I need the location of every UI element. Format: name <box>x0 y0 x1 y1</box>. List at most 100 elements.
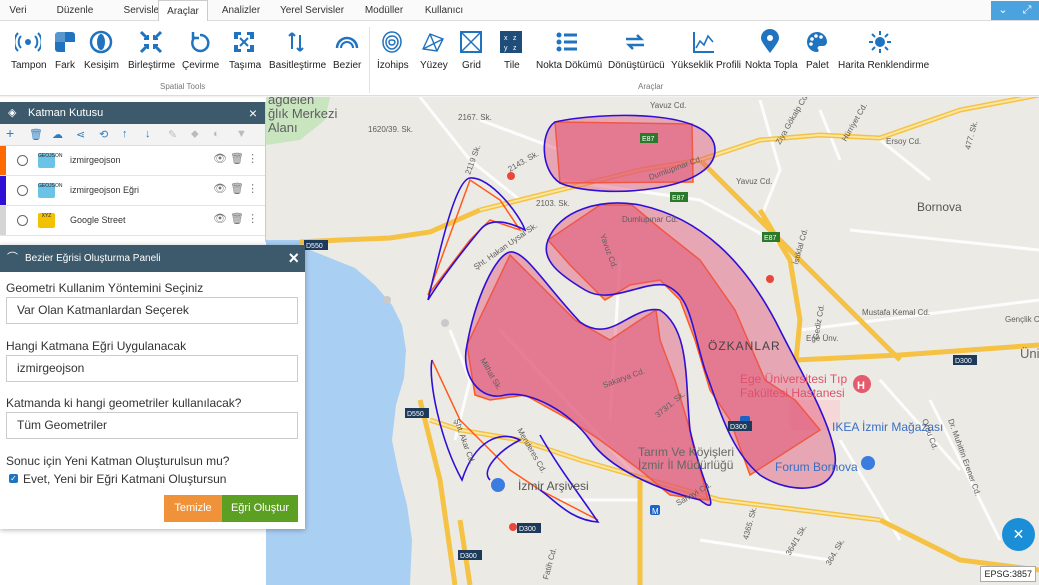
tab-analizler[interactable]: Analizler <box>214 0 268 21</box>
shopping-marker-icon[interactable] <box>861 456 875 470</box>
tab-moduller[interactable]: Modüller <box>356 0 412 21</box>
harita-renklendirme-tool-button[interactable]: Harita Renklendirme <box>837 25 929 75</box>
layer-row[interactable]: GEOJSON izmirgeojson Eğri 👁 🗑 ⋮ <box>0 176 265 206</box>
surface-icon <box>421 33 444 52</box>
merge-icon <box>139 30 163 54</box>
svg-text:D300: D300 <box>519 526 536 533</box>
svg-text:Menderes Cd.: Menderes Cd. <box>515 427 548 475</box>
close-icon[interactable]: × <box>288 245 299 272</box>
tile-tool-button[interactable]: x z y z Tile <box>498 25 524 75</box>
tab-yerel-servisler[interactable]: Yerel Servisler <box>278 0 346 21</box>
tab-duzenle[interactable]: Düzenle <box>43 0 107 21</box>
tab-araclar[interactable]: Araçlar <box>158 0 208 22</box>
bezier-icon <box>335 36 359 49</box>
layer-radio[interactable] <box>17 215 28 226</box>
kesisim-tool-button[interactable]: Kesişim <box>84 25 120 75</box>
nokta-topla-tool-button[interactable]: Nokta Topla <box>744 25 798 75</box>
donusturucu-tool-button[interactable]: Dönüştürücü <box>606 25 665 75</box>
create-curve-button[interactable]: Eğri Oluştur <box>222 495 298 522</box>
svg-text:Forum Bornova: Forum Bornova <box>775 460 858 474</box>
poi-marker[interactable] <box>766 275 774 283</box>
yuzey-tool-button[interactable]: Yüzey <box>417 25 449 75</box>
geometry-scope-select[interactable]: Tüm Geometriler <box>6 412 298 439</box>
svg-text:E87: E87 <box>764 235 777 242</box>
more-icon[interactable]: ⋮ <box>247 213 258 225</box>
svg-text:E87: E87 <box>672 195 685 202</box>
more-icon[interactable]: ⋮ <box>247 153 258 165</box>
edit-icon[interactable]: ✎ <box>168 128 177 141</box>
layer-radio[interactable] <box>17 185 28 196</box>
difference-icon <box>55 32 75 52</box>
ribbon-toolbar: Tampon Fark Kesişim Birleştirme Çevirme … <box>0 21 1039 96</box>
share-icon[interactable]: ⋖ <box>76 128 85 141</box>
yukseklik-profili-tool-button[interactable]: Yükseklik Profili <box>670 25 741 75</box>
poi-marker <box>383 296 391 304</box>
layer-row[interactable]: GEOJSON izmirgeojson 👁 🗑 ⋮ <box>0 146 265 176</box>
svg-text:364. Sk.: 364. Sk. <box>824 537 846 567</box>
filter-icon[interactable]: ▼ <box>236 128 247 140</box>
layer-row[interactable]: XYZ Google Street 👁 🗑 ⋮ <box>0 206 265 236</box>
trash-icon[interactable]: 🗑 <box>230 213 244 225</box>
new-layer-checkbox[interactable]: ✓ <box>9 474 18 483</box>
refresh-icon[interactable]: ⟲ <box>99 128 108 141</box>
collapse-ribbon-icon[interactable]: ⌄ <box>991 1 1015 20</box>
cloud-icon[interactable]: ☁ <box>52 128 63 141</box>
layer-color-indicator <box>0 206 6 235</box>
araclar-group-label: Araçlar <box>638 82 664 91</box>
method-select[interactable]: Var Olan Katmanlardan Seçerek <box>6 297 298 324</box>
add-layer-icon[interactable]: + <box>6 125 14 141</box>
poi-marker[interactable] <box>509 523 517 531</box>
fullscreen-icon[interactable]: ⤢ <box>1015 1 1039 20</box>
delete-layer-icon[interactable]: 🗑 <box>29 128 43 141</box>
map-view[interactable]: H D550 D550 D300 D300 D300 D300 E87 E87 … <box>266 97 1039 585</box>
nokta-dokumu-tool-button[interactable]: Nokta Dökümü <box>534 25 602 75</box>
bezier-panel-icon: ⌒ <box>7 252 18 264</box>
cevirme-tool-button[interactable]: Çevirme <box>182 25 219 75</box>
new-layer-checkbox-label: Evet, Yeni bir Eğri Katmani Oluştursun <box>23 472 227 486</box>
map-canvas[interactable]: H D550 D550 D300 D300 D300 D300 E87 E87 … <box>266 97 1039 585</box>
move-up-icon[interactable]: ↑ <box>122 128 128 140</box>
tag-icon[interactable]: ⬥ <box>191 128 199 141</box>
clear-button[interactable]: Temizle <box>164 495 222 522</box>
fark-tool-button[interactable]: Fark <box>52 25 78 75</box>
svg-text:Ege Ünv.: Ege Ünv. <box>806 334 838 343</box>
tools-icon: ✕ <box>1012 526 1025 542</box>
tab-kullanici[interactable]: Kullanıcı <box>418 0 470 21</box>
style-icon[interactable]: ◐ <box>213 128 220 140</box>
svg-text:D300: D300 <box>460 553 477 560</box>
elevation-profile-icon <box>693 32 714 53</box>
tab-veri[interactable]: Veri <box>0 0 36 21</box>
geojson-icon: GEOJSON <box>38 153 62 168</box>
bezier-tool-button[interactable]: Bezier <box>331 25 363 75</box>
birlestirme-tool-button[interactable]: Birleştirme <box>128 25 175 75</box>
move-down-icon[interactable]: ↓ <box>145 128 151 140</box>
target-layer-select[interactable]: izmirgeojson <box>6 355 298 382</box>
layer-panel-title: Katman Kutusu <box>28 107 104 119</box>
close-icon[interactable]: × <box>249 102 257 124</box>
svg-text:2167. Sk.: 2167. Sk. <box>458 113 492 122</box>
archive-marker-icon[interactable] <box>491 478 505 492</box>
xyz-icon: XYZ <box>38 213 55 228</box>
izohips-tool-button[interactable]: İzohips <box>375 25 409 75</box>
visibility-icon[interactable]: 👁 <box>213 213 227 225</box>
nokta-dokumu-label: Nokta Dökümü <box>536 60 603 71</box>
trash-icon[interactable]: 🗑 <box>230 153 244 165</box>
trash-icon[interactable]: 🗑 <box>230 183 244 195</box>
svg-text:Ege Üniversitesi Tıp: Ege Üniversitesi Tıp <box>740 372 847 386</box>
more-icon[interactable]: ⋮ <box>247 183 258 195</box>
kesisim-label: Kesişim <box>84 60 120 71</box>
palet-tool-button[interactable]: Palet <box>803 25 831 75</box>
palette-icon <box>807 32 827 52</box>
visibility-icon[interactable]: 👁 <box>213 183 227 195</box>
fark-label: Fark <box>55 60 75 71</box>
layer-radio[interactable] <box>17 155 28 166</box>
visibility-icon[interactable]: 👁 <box>213 153 227 165</box>
tampon-tool-button[interactable]: Tampon <box>6 25 50 75</box>
grid-tool-button[interactable]: Grid <box>458 25 484 75</box>
tools-fab-button[interactable]: ✕ <box>1002 518 1035 551</box>
harita-renklendirme-label: Harita Renklendirme <box>838 60 930 71</box>
tasima-tool-button[interactable]: Taşıma <box>227 25 261 75</box>
spatial-tools-group-label: Spatial Tools <box>160 82 206 91</box>
svg-text:Alanı: Alanı <box>268 120 298 135</box>
basitlestirme-tool-button[interactable]: Basitleştirme <box>268 25 326 75</box>
